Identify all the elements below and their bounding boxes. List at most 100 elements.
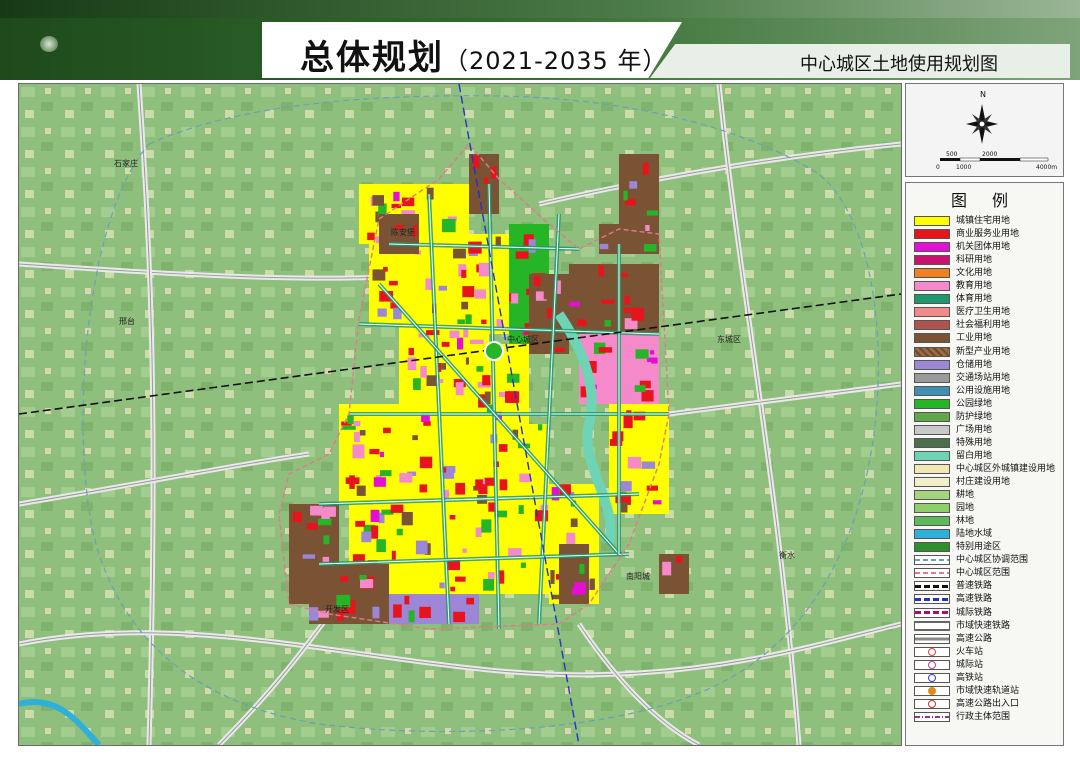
legend-swatch xyxy=(914,633,950,644)
land-parcel xyxy=(384,221,393,227)
legend-swatch xyxy=(914,711,950,722)
legend-item: 火车站 xyxy=(914,646,1062,659)
legend-marker-icon xyxy=(928,673,936,682)
land-parcel xyxy=(292,512,302,523)
place-label: 石家庄 xyxy=(114,159,138,168)
legend-item: 新型产业用地 xyxy=(914,346,1062,359)
legend-item: 中心城区范围 xyxy=(914,567,1062,580)
legend-item: 高铁站 xyxy=(914,672,1062,685)
land-parcel xyxy=(322,556,330,563)
legend-item: 留白用地 xyxy=(914,450,1062,463)
land-parcel xyxy=(631,227,645,241)
place-label: 邢台 xyxy=(119,317,135,326)
legend-marker-icon xyxy=(928,647,936,656)
legend-swatch xyxy=(914,242,950,253)
legend-swatch xyxy=(914,555,950,566)
legend-swatch xyxy=(914,411,950,422)
land-parcel xyxy=(662,561,672,576)
legend-label: 高速公路 xyxy=(956,633,993,644)
legend-item: 体育用地 xyxy=(914,293,1062,306)
legend-label: 新型产业用地 xyxy=(956,346,1011,357)
legend-label: 医疗卫生用地 xyxy=(956,307,1011,318)
legend-label: 市域快速铁路 xyxy=(956,620,1011,631)
land-parcel xyxy=(352,444,365,459)
legend-item: 高速铁路 xyxy=(914,593,1062,606)
legend-label: 城镇住宅用地 xyxy=(956,216,1011,226)
legend-swatch xyxy=(914,477,950,487)
legend-swatch xyxy=(914,490,950,501)
land-use-zone xyxy=(469,424,549,594)
legend-label: 公园绿地 xyxy=(956,398,993,409)
land-parcel xyxy=(600,299,615,304)
legend-title: 图 例 xyxy=(950,191,1019,210)
legend-swatch xyxy=(914,320,950,331)
land-parcel xyxy=(621,502,628,513)
land-parcel xyxy=(370,509,380,522)
land-parcel xyxy=(419,606,431,618)
legend-label: 林地 xyxy=(956,516,975,527)
land-parcel xyxy=(577,319,587,326)
land-parcel xyxy=(455,382,464,396)
land-parcel xyxy=(376,539,386,553)
legend-item: 园地 xyxy=(914,502,1062,515)
land-parcel xyxy=(404,595,410,605)
land-parcel xyxy=(450,586,456,592)
land-parcel xyxy=(401,512,413,526)
banner-glow-ornament xyxy=(40,36,58,52)
land-parcel xyxy=(390,504,404,513)
legend-item: 广场用地 xyxy=(914,424,1062,437)
compass-icon xyxy=(940,104,1049,162)
land-parcel xyxy=(538,424,543,431)
legend-swatch xyxy=(914,333,950,344)
land-parcel xyxy=(519,473,531,483)
land-parcel xyxy=(449,515,456,520)
legend-item: 高速公路出入口 xyxy=(914,698,1062,711)
legend-item: 中心城区外城镇建设用地 xyxy=(914,463,1062,476)
legend-item: 城际站 xyxy=(914,659,1062,672)
land-parcel xyxy=(598,347,613,353)
land-parcel xyxy=(318,518,332,526)
land-parcel xyxy=(306,523,318,530)
legend-swatch xyxy=(914,698,950,709)
land-parcel xyxy=(543,285,551,300)
land-parcel xyxy=(570,518,578,527)
land-parcel xyxy=(399,473,413,483)
land-parcel xyxy=(323,535,330,545)
legend-item: 行政主体范围 xyxy=(914,711,1062,724)
title-years: （2021-2035 年） xyxy=(444,47,668,75)
legend-marker-icon xyxy=(928,660,936,669)
place-label: 中心城区 xyxy=(507,335,539,344)
legend-item: 社会福利用地 xyxy=(914,319,1062,332)
legend-label: 中心城区外城镇建设用地 xyxy=(956,463,1056,474)
legend-swatch xyxy=(914,646,950,657)
land-parcel xyxy=(415,540,428,555)
land-parcel xyxy=(391,550,396,560)
legend-label: 仓储用地 xyxy=(956,359,993,370)
legend-swatch xyxy=(914,529,950,540)
land-parcel xyxy=(379,470,392,477)
land-parcel xyxy=(370,525,379,539)
legend-item: 科研用地 xyxy=(914,254,1062,267)
legend-swatch xyxy=(914,424,950,435)
land-parcel xyxy=(341,425,356,430)
legend-item: 教育用地 xyxy=(914,280,1062,293)
legend-label: 陆地水域 xyxy=(956,529,993,540)
land-parcel xyxy=(579,563,585,574)
land-parcel xyxy=(518,505,524,514)
legend-label: 体育用地 xyxy=(956,294,993,305)
legend-label: 市域快速轨道站 xyxy=(956,685,1020,696)
legend-item: 文化用地 xyxy=(914,267,1062,280)
legend-item: 中心城区协调范围 xyxy=(914,554,1062,567)
legend-item: 城镇住宅用地 xyxy=(914,215,1062,228)
land-parcel xyxy=(675,556,683,563)
land-parcel xyxy=(310,505,323,516)
legend-item: 医疗卫生用地 xyxy=(914,306,1062,319)
legend-swatch xyxy=(914,372,950,383)
land-parcel xyxy=(419,484,428,493)
legend-swatch xyxy=(914,294,950,305)
land-parcel xyxy=(599,243,609,250)
land-parcel xyxy=(520,562,526,568)
legend-marker-icon xyxy=(928,699,936,708)
legend-item: 防护绿地 xyxy=(914,411,1062,424)
land-parcel xyxy=(359,575,367,580)
